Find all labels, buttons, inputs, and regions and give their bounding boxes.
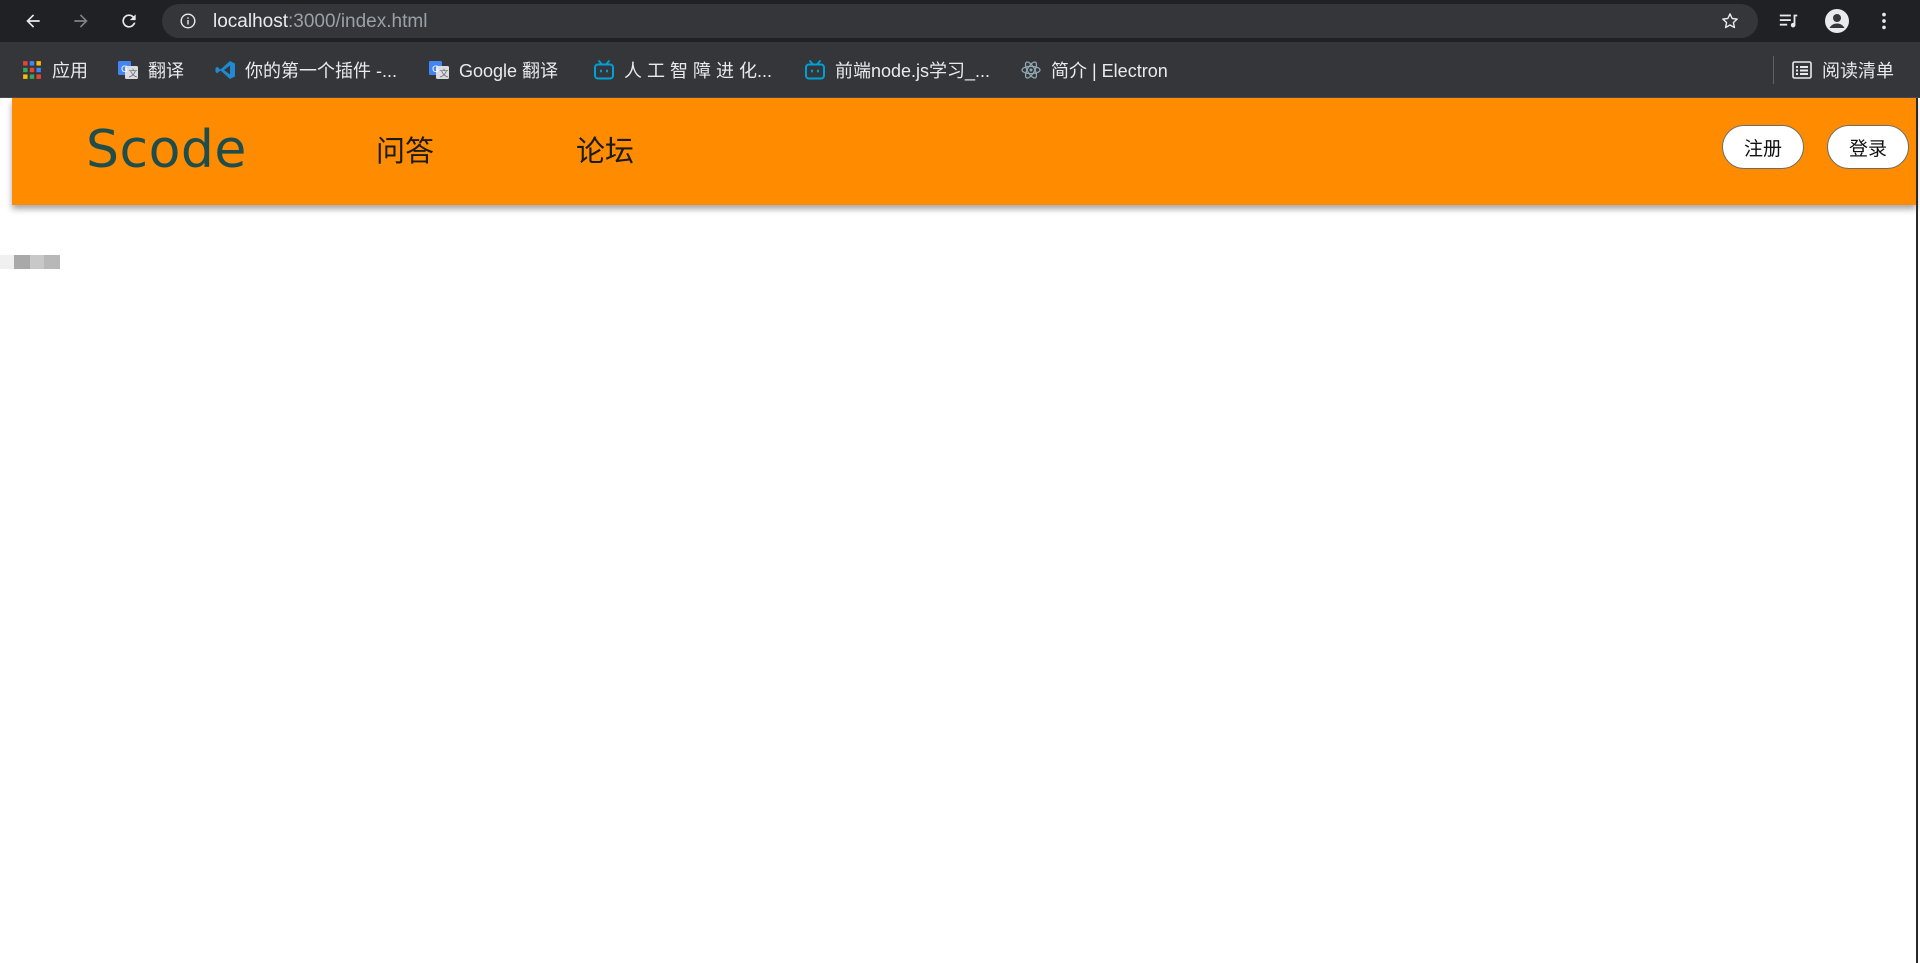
bookmark-label: 应用 bbox=[52, 61, 88, 81]
bookmark-label: 简介 | Electron bbox=[1051, 61, 1168, 81]
url-path: :3000/index.html bbox=[288, 11, 428, 32]
register-button[interactable]: 注册 bbox=[1722, 125, 1804, 169]
google-translate-icon: G 文 bbox=[428, 59, 450, 81]
bookmark-electron-intro[interactable]: 简介 | Electron bbox=[1020, 57, 1168, 83]
site-info-icon[interactable] bbox=[180, 13, 196, 29]
url-text[interactable]: localhost:3000/index.html bbox=[213, 11, 427, 33]
bookmark-label: 人 工 智 障 进 化... bbox=[624, 61, 773, 81]
media-control-icon[interactable] bbox=[1777, 9, 1801, 33]
bookmark-label: 前端node.js学习_... bbox=[835, 61, 991, 81]
back-arrow-icon[interactable] bbox=[21, 9, 45, 33]
bookmark-translate[interactable]: G 文 翻译 bbox=[117, 57, 184, 83]
nav-link-qa[interactable]: 问答 bbox=[376, 128, 434, 170]
forward-arrow-icon[interactable] bbox=[69, 9, 93, 33]
web-page: Scode 问答 论坛 注册 登录 bbox=[0, 98, 1920, 963]
address-bar[interactable]: localhost:3000/index.html bbox=[162, 4, 1758, 38]
window-edge bbox=[1916, 98, 1918, 963]
browser-toolbar: localhost:3000/index.html bbox=[0, 0, 1920, 42]
bookmark-apps[interactable]: 应用 bbox=[21, 57, 88, 83]
bookmark-google-translate[interactable]: G 文 Google 翻译 bbox=[428, 57, 558, 83]
vscode-icon bbox=[214, 59, 236, 81]
login-button[interactable]: 登录 bbox=[1827, 125, 1909, 169]
svg-text:文: 文 bbox=[440, 68, 449, 80]
bookmark-ai-evolution[interactable]: 人 工 智 障 进 化... bbox=[593, 57, 772, 83]
broken-image-placeholder bbox=[0, 255, 60, 269]
nav-link-forum[interactable]: 论坛 bbox=[576, 128, 634, 170]
svg-text:文: 文 bbox=[129, 68, 138, 80]
bilibili-icon bbox=[593, 59, 615, 81]
google-translate-icon: G 文 bbox=[117, 59, 139, 81]
bookmark-first-plugin[interactable]: 你的第一个插件 -... bbox=[214, 57, 397, 83]
bookmark-star-icon[interactable] bbox=[1720, 11, 1740, 31]
bookmarks-bar: 应用 G 文 翻译 你的第一个插件 -... G 文 Google 翻译 人 工… bbox=[0, 42, 1920, 98]
apps-grid-icon bbox=[21, 59, 43, 81]
profile-avatar-icon[interactable] bbox=[1825, 9, 1849, 33]
bilibili-icon bbox=[804, 59, 826, 81]
electron-icon bbox=[1020, 59, 1042, 81]
bookmarks-divider bbox=[1773, 56, 1774, 84]
svg-text:G: G bbox=[432, 65, 439, 75]
bookmark-label: 你的第一个插件 -... bbox=[245, 61, 397, 81]
reading-list-icon bbox=[1791, 59, 1813, 81]
site-header: Scode 问答 论坛 注册 登录 bbox=[12, 98, 1916, 205]
bookmark-label: 翻译 bbox=[148, 61, 184, 81]
site-logo[interactable]: Scode bbox=[86, 120, 247, 180]
bookmark-nodejs-study[interactable]: 前端node.js学习_... bbox=[804, 57, 990, 83]
svg-text:G: G bbox=[121, 65, 128, 75]
more-menu-icon[interactable] bbox=[1872, 9, 1896, 33]
reading-list-button[interactable]: 阅读清单 bbox=[1791, 57, 1894, 83]
reload-icon[interactable] bbox=[117, 9, 141, 33]
url-host: localhost bbox=[213, 11, 288, 32]
reading-list-label: 阅读清单 bbox=[1822, 61, 1894, 81]
bookmark-label: Google 翻译 bbox=[459, 61, 559, 81]
